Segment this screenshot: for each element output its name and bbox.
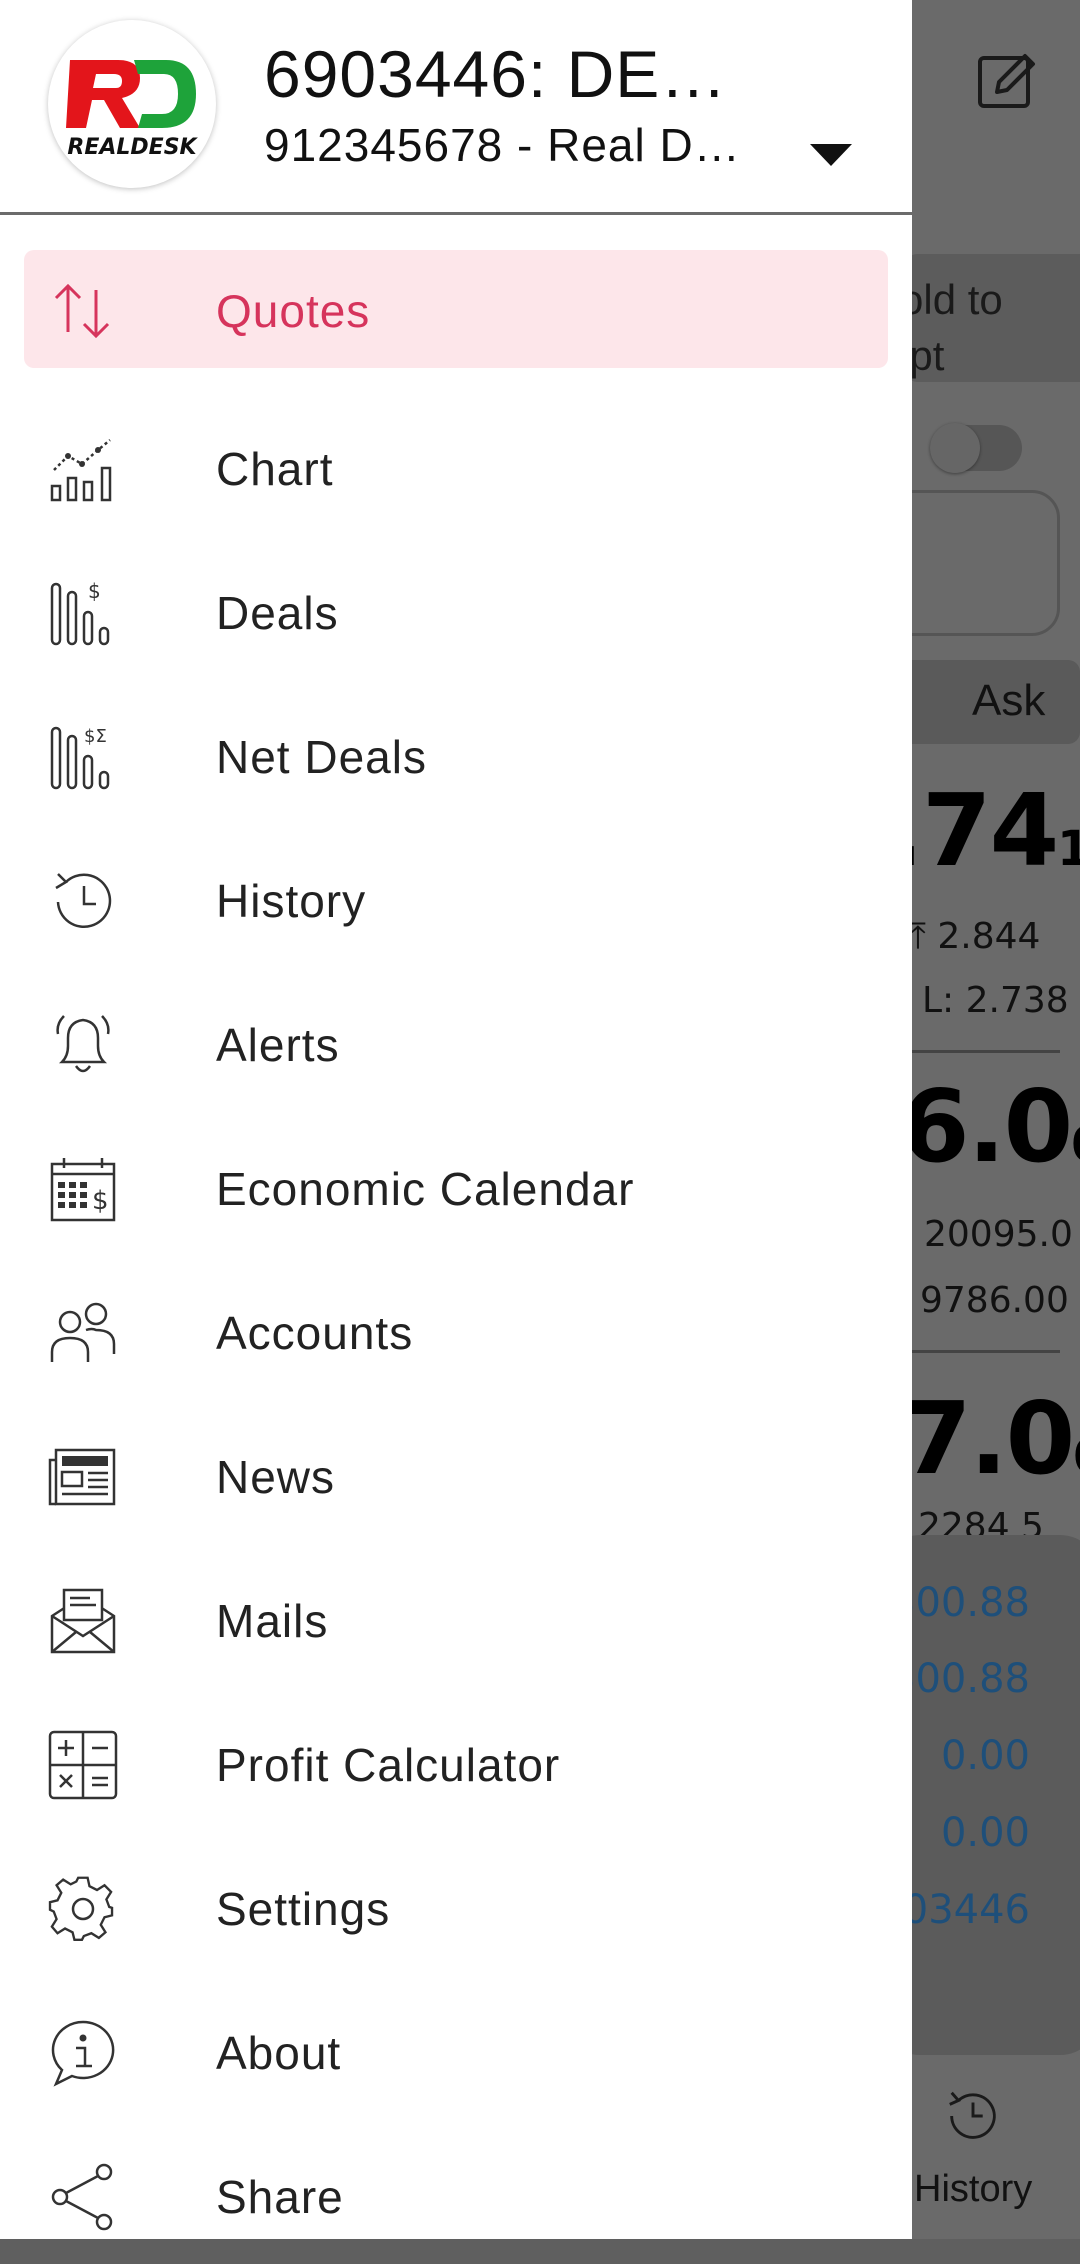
menu-item-label: Deals [216,587,339,639]
divider [900,1350,1060,1353]
price-2: 6.00 [900,1068,1080,1185]
menu-item-label: News [216,1451,336,1503]
price-1-high: ⤒ 2.844 [910,916,1041,957]
dropdown-arrow-icon[interactable] [806,140,856,170]
net-deals-icon: $Σ [50,726,110,790]
toggle-switch[interactable] [930,423,1022,473]
gear-icon [48,1876,114,1941]
menu-item-economic-calendar[interactable]: $ Economic Calendar [0,1112,912,1256]
drawer-menu: Quotes Chart $ Deals $Σ Net Deals Histor… [0,248,912,2264]
info-icon [51,2020,115,2087]
drawer-header[interactable]: REALDESK 6903446: DE… 912345678 - Real D… [0,0,912,215]
menu-item-label: Profit Calculator [216,1739,561,1791]
chart-icon [50,439,112,502]
menu-item-settings[interactable]: Settings [0,1832,912,1976]
menu-item-news[interactable]: News [0,1400,912,1544]
price-1-low: L: 2.738 [922,980,1069,1021]
menu-item-quotes[interactable]: Quotes [0,248,912,392]
svg-text:$: $ [92,1186,109,1216]
menu-item-label: History [216,875,367,927]
menu-item-label: Share [216,2171,344,2223]
menu-item-label: Alerts [216,1019,340,1071]
panel-value: 0.00 [940,1810,1030,1856]
navigation-drawer: REALDESK 6903446: DE… 912345678 - Real D… [0,0,912,2239]
price-3: 7.00 [902,1380,1080,1497]
calendar-icon: $ [50,1158,116,1222]
menu-item-alerts[interactable]: Alerts [0,968,912,1112]
svg-text:$: $ [88,579,101,603]
menu-item-deals[interactable]: $ Deals [0,536,912,680]
menu-item-label: Economic Calendar [216,1163,635,1215]
calculator-icon [48,1730,118,1800]
price-2-line-1: 20095.0 [924,1214,1073,1255]
svg-text:$Σ: $Σ [84,726,107,747]
menu-item-profit-calculator[interactable]: Profit Calculator [0,1688,912,1832]
menu-item-accounts[interactable]: Accounts [0,1256,912,1400]
menu-item-about[interactable]: About [0,1976,912,2120]
menu-item-label: Net Deals [216,731,427,783]
menu-item-history[interactable]: History [0,824,912,968]
edit-icon[interactable] [975,48,1039,112]
divider [900,1050,1060,1053]
news-icon [48,1448,116,1506]
arrows-up-down-icon [54,283,110,339]
logo-text: REALDESK [67,135,198,160]
accounts-icon [50,1302,116,1362]
history-icon[interactable] [942,2085,1004,2147]
ask-label: Ask [972,676,1046,725]
menu-item-share[interactable]: Share [0,2120,912,2264]
bell-icon [56,1015,110,1073]
menu-item-label: Accounts [216,1307,414,1359]
price-1: .741 [886,772,1080,889]
realdesk-logo: REALDESK [48,20,216,188]
menu-item-label: Settings [216,1883,391,1935]
menu-item-label: Mails [216,1595,329,1647]
panel-value: 0.00 [940,1733,1030,1779]
share-icon [51,2163,113,2231]
menu-item-mails[interactable]: Mails [0,1544,912,1688]
menu-item-net-deals[interactable]: $Σ Net Deals [0,680,912,824]
deals-icon: $ [50,579,110,646]
mail-icon [50,1588,116,1654]
account-title: 6903446: DE… [264,37,728,111]
hint-text: old to ipt [900,276,1003,379]
active-highlight [24,250,888,368]
menu-item-chart[interactable]: Chart [0,392,912,536]
history-icon [55,873,112,928]
account-subtitle: 912345678 - Real D… [264,119,741,171]
menu-item-label: Quotes [216,285,371,337]
menu-item-label: About [216,2027,342,2079]
tab-history-label[interactable]: History [914,2168,1032,2211]
menu-item-label: Chart [216,443,334,495]
price-2-line-2: 9786.00 [920,1280,1069,1321]
